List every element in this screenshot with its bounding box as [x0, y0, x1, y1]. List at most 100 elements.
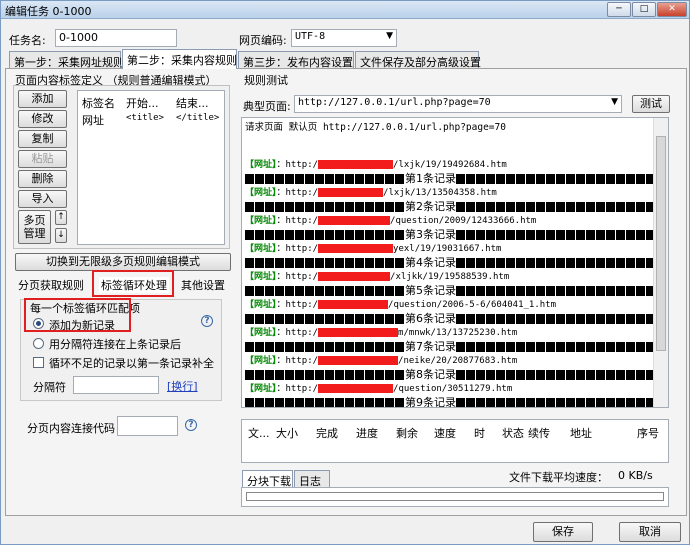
col-start[interactable]: 开始... [126, 95, 159, 111]
paging-code-input[interactable] [117, 416, 178, 436]
tab-step3[interactable]: 第三步：发布内容设置 [238, 51, 354, 69]
paste-button[interactable]: 粘贴 [18, 150, 67, 168]
separator-block [255, 370, 264, 380]
separator-block [456, 314, 465, 324]
download-col-header[interactable]: 完成 [316, 425, 338, 441]
separator-block [395, 314, 404, 324]
download-col-header[interactable]: 序号 [637, 425, 659, 441]
download-col-header[interactable]: 时 [474, 425, 485, 441]
redacted-mark [318, 188, 384, 197]
close-button[interactable]: ✕ [657, 2, 687, 17]
download-col-header[interactable]: 续传 [528, 425, 550, 441]
separator-block [556, 286, 565, 296]
progress-bar [246, 492, 664, 501]
record-label: 第6条记录 [405, 312, 456, 325]
opt-join-separator[interactable]: 用分隔符连接在上条记录后 [49, 336, 181, 352]
output-scrollbar[interactable] [653, 118, 668, 407]
separator-block [375, 370, 384, 380]
cancel-button[interactable]: 取消 [619, 522, 681, 542]
download-header: 文... 大小 完成 进度 剩余 速度 时 状态 续传 地址 序号 [242, 423, 668, 441]
tab-step2[interactable]: 第二步：采集内容规则 [122, 49, 237, 69]
subtab-paging[interactable]: 分页获取规则 [18, 277, 84, 293]
separator-block [476, 202, 485, 212]
download-col-header[interactable]: 速度 [434, 425, 456, 441]
test-button[interactable]: 测试 [632, 95, 670, 113]
separator-block [385, 286, 394, 296]
result-url-line: 【网址】：http:/ /question/30511279.htm [245, 382, 512, 396]
separator-input[interactable] [73, 376, 159, 394]
checkbox-fill-first[interactable] [33, 357, 44, 368]
switch-mode-button[interactable]: 切换到无限级多页规则编辑模式 [15, 253, 231, 271]
test-output[interactable]: 请求页面 默认页 http://127.0.0.1/url.php?page=7… [241, 117, 669, 408]
url-tail: m/mnwk/13/13725230.htm [398, 328, 518, 338]
download-col-header[interactable]: 进度 [356, 425, 378, 441]
move-down-button[interactable]: ↓ [55, 228, 67, 243]
separator-block [626, 174, 635, 184]
paging-code-label: 分页内容连接代码 [27, 422, 115, 435]
copy-button[interactable]: 复制 [18, 130, 67, 148]
opt-fill-first[interactable]: 循环不足的记录以第一条记录补全 [49, 355, 214, 371]
typical-page-select[interactable]: http://127.0.0.1/url.php?page=70 ▼ [294, 95, 622, 113]
separator-block [556, 258, 565, 268]
download-col-header[interactable]: 地址 [570, 425, 592, 441]
save-button[interactable]: 保存 [533, 522, 593, 542]
tab-log[interactable]: 日志 [294, 470, 330, 488]
separator-block [536, 370, 545, 380]
col-end[interactable]: 结束... [176, 95, 209, 111]
separator-block [506, 174, 515, 184]
help-icon[interactable]: ? [201, 315, 213, 327]
task-name-input[interactable]: 0-1000 [55, 29, 177, 47]
typical-page-label: 典型页面: [243, 100, 291, 113]
download-col-header[interactable]: 大小 [276, 425, 298, 441]
separator-block [315, 370, 324, 380]
download-col-header[interactable]: 文... [248, 425, 270, 441]
subtab-other[interactable]: 其他设置 [181, 277, 225, 293]
help-icon[interactable]: ? [185, 419, 197, 431]
separator-block [335, 202, 344, 212]
separator-block [355, 398, 364, 407]
separator-block [536, 230, 545, 240]
record-label: 第2条记录 [405, 200, 456, 213]
separator-block [466, 230, 475, 240]
minimize-button[interactable]: ─ [607, 2, 631, 17]
separator-block [265, 370, 274, 380]
newline-link[interactable]: [换行] [167, 378, 198, 394]
separator-block [325, 230, 334, 240]
separator-block [375, 230, 384, 240]
move-up-button[interactable]: ↑ [55, 210, 67, 225]
delete-button[interactable]: 删除 [18, 170, 67, 188]
radio-join-separator[interactable] [33, 338, 44, 349]
add-button[interactable]: 添加 [18, 90, 67, 108]
maximize-button[interactable]: □ [632, 2, 656, 17]
separator-block [315, 398, 324, 407]
multipage-manage-button[interactable]: 多页 管理 [18, 210, 51, 244]
result-record-line: 第5条记录 [245, 284, 668, 298]
download-col-header[interactable]: 剩余 [396, 425, 418, 441]
record-label: 第4条记录 [405, 256, 456, 269]
table-row[interactable]: 网址 <title> </title> [78, 110, 224, 127]
window-title: 编辑任务 0-1000 [5, 5, 92, 18]
separator-block [255, 286, 264, 296]
tab-step4[interactable]: 文件保存及部分高级设置 [355, 51, 481, 69]
separator-block [395, 258, 404, 268]
result-url-line: 【网址】：http:/ m/mnwk/13/13725230.htm [245, 326, 517, 340]
separator-block [606, 370, 615, 380]
import-button[interactable]: 导入 [18, 190, 67, 208]
separator-block [375, 174, 384, 184]
edit-button[interactable]: 修改 [18, 110, 67, 128]
tab-step1[interactable]: 第一步：采集网址规则 [9, 51, 124, 69]
encoding-select[interactable]: UTF-8 ▼ [291, 29, 397, 47]
scroll-thumb[interactable] [656, 136, 666, 351]
result-record-line: 第7条记录 [245, 340, 668, 354]
separator-block [295, 174, 304, 184]
url-tail: yexl/19/19031667.htm [393, 244, 502, 254]
separator-block [596, 314, 605, 324]
separator-block [375, 314, 384, 324]
download-col-header[interactable]: 状态 [502, 425, 524, 441]
url-prefix: ：http:/ [276, 356, 319, 366]
tab-block-download[interactable]: 分块下载 [242, 470, 293, 488]
separator-block [636, 174, 645, 184]
col-tag-name[interactable]: 标签名 [82, 95, 115, 111]
separator-block [616, 202, 625, 212]
url-tag-label: 【网址】 [245, 216, 277, 226]
